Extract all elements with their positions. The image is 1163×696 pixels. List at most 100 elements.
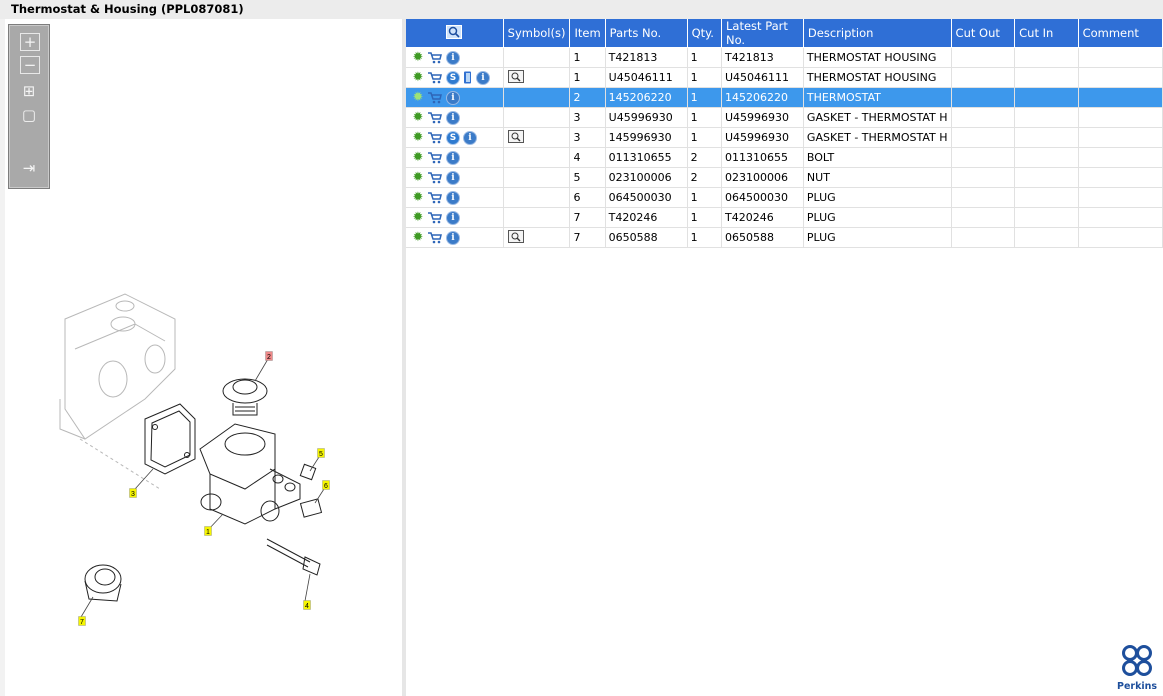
column-header-latest-part-no[interactable]: Latest Part No.	[721, 19, 804, 48]
row-symbols	[503, 167, 571, 188]
row-part-no: U45996930	[605, 107, 688, 128]
gear-icon[interactable]: ✹	[412, 190, 424, 205]
column-header-parts-no[interactable]: Parts No.	[605, 19, 688, 48]
info-icon[interactable]: i	[446, 190, 460, 205]
callout-1[interactable]: 1	[204, 526, 212, 537]
cart-icon[interactable]	[427, 191, 443, 204]
callout-7[interactable]: 7	[78, 616, 86, 627]
cart-icon[interactable]	[427, 151, 443, 164]
column-header-description[interactable]: Description	[803, 19, 952, 48]
cart-icon[interactable]	[427, 171, 443, 184]
diagram-panel[interactable]: 1 2 3 4 5 6 7	[5, 19, 402, 696]
cart-icon[interactable]	[427, 91, 443, 104]
row-item: 6	[569, 187, 606, 208]
zoom-out-button[interactable]: −	[20, 56, 40, 74]
row-comment	[1078, 107, 1163, 128]
export-button[interactable]: ⇥	[20, 160, 38, 176]
zoom-in-button[interactable]: +	[20, 33, 40, 51]
info-icon[interactable]: i	[446, 170, 460, 185]
column-header-comment[interactable]: Comment	[1078, 19, 1163, 48]
service-s-icon[interactable]: S	[446, 130, 460, 145]
table-row[interactable]: ✹ i 7 T420246 1 T420246 PLUG	[406, 207, 1163, 228]
row-description: PLUG	[803, 207, 952, 228]
info-icon[interactable]: i	[446, 210, 460, 225]
cart-icon[interactable]	[427, 71, 443, 84]
info-icon[interactable]: i	[446, 90, 460, 105]
column-header-actions[interactable]	[406, 19, 504, 48]
table-row[interactable]: ✹ i 1 T421813 1 T421813 THERMOSTAT HOUSING	[406, 47, 1163, 68]
view-symbol-icon[interactable]	[507, 229, 524, 243]
cart-icon[interactable]	[427, 111, 443, 124]
fit-all-button[interactable]: ⊞	[20, 83, 38, 99]
column-header-item[interactable]: Item	[569, 19, 606, 48]
cart-icon[interactable]	[427, 131, 443, 144]
info-icon[interactable]: i	[463, 130, 477, 145]
svg-text:6: 6	[324, 483, 328, 490]
gear-icon[interactable]: ✹	[412, 110, 424, 125]
table-row[interactable]: ✹ i 3 U45996930 1 U45996930 GASKET - THERMOSTA…	[406, 107, 1163, 128]
row-latest-part-no: 023100006	[721, 167, 804, 188]
info-icon[interactable]: i	[446, 50, 460, 65]
info-icon[interactable]: i	[446, 230, 460, 245]
row-latest-part-no: U45996930	[721, 107, 804, 128]
info-icon[interactable]: i	[476, 70, 490, 85]
info-icon[interactable]: i	[446, 150, 460, 165]
row-action-icons: ✹ Si	[406, 127, 504, 148]
column-header-cut-out[interactable]: Cut Out	[951, 19, 1016, 48]
row-qty: 2	[687, 147, 723, 168]
row-cut-in	[1014, 187, 1079, 208]
row-part-no: U45046111	[605, 67, 688, 88]
view-symbol-icon[interactable]	[507, 69, 524, 83]
fit-selection-icon: ▢	[21, 106, 37, 124]
column-header-cut-in[interactable]: Cut In	[1014, 19, 1079, 48]
row-item: 1	[569, 67, 606, 88]
table-row[interactable]: ✹ Si 3 145996930 1 U45996930 GASKET - THERMOST…	[406, 127, 1163, 148]
gear-icon[interactable]: ✹	[412, 210, 424, 225]
gear-icon[interactable]: ✹	[412, 150, 424, 165]
cart-icon[interactable]	[427, 211, 443, 224]
gear-icon[interactable]: ✹	[412, 230, 424, 245]
callout-2[interactable]: 2	[265, 351, 273, 362]
row-part-no: 064500030	[605, 187, 688, 208]
row-latest-part-no: 064500030	[721, 187, 804, 208]
gear-icon[interactable]: ✹	[412, 130, 424, 145]
cart-icon[interactable]	[427, 51, 443, 64]
table-row[interactable]: ✹ i 4 011310655 2 011310655 BOLT	[406, 147, 1163, 168]
callout-5[interactable]: 5	[317, 448, 325, 459]
gear-icon[interactable]: ✹	[412, 50, 424, 65]
parts-list-panel: Symbol(s) Item Parts No. Qty. Latest Par…	[406, 19, 1163, 696]
row-cut-in	[1014, 207, 1079, 228]
book-icon[interactable]	[463, 71, 473, 84]
callout-4[interactable]: 4	[303, 600, 311, 611]
service-s-icon[interactable]: S	[446, 70, 460, 85]
fit-all-icon: ⊞	[22, 82, 36, 100]
callout-6[interactable]: 6	[322, 480, 330, 491]
row-latest-part-no: U45996930	[721, 127, 804, 148]
row-qty: 1	[687, 107, 723, 128]
row-part-no: T420246	[605, 207, 688, 228]
table-header-row: Symbol(s) Item Parts No. Qty. Latest Par…	[406, 19, 1163, 48]
callout-3[interactable]: 3	[129, 488, 137, 499]
table-row[interactable]: ✹ i 6 064500030 1 064500030 PLUG	[406, 187, 1163, 208]
view-symbol-icon[interactable]	[507, 129, 524, 143]
row-latest-part-no: U45046111	[721, 67, 804, 88]
info-icon[interactable]: i	[446, 110, 460, 125]
cart-icon[interactable]	[427, 231, 443, 244]
column-header-qty[interactable]: Qty.	[687, 19, 723, 48]
perkins-logo-text: Perkins	[1117, 681, 1158, 692]
table-row[interactable]: ✹ i 5 023100006 2 023100006 NUT	[406, 167, 1163, 188]
column-header-symbols[interactable]: Symbol(s)	[503, 19, 571, 48]
table-row[interactable]: ✹ Si 1 U45046111 1 U45046111 THERMOSTAT HOUSIN…	[406, 67, 1163, 88]
gear-icon[interactable]: ✹	[412, 90, 424, 105]
table-row[interactable]: ✹ i 7 0650588 1 0650588 PLUG	[406, 227, 1163, 248]
row-cut-in	[1014, 167, 1079, 188]
gear-icon[interactable]: ✹	[412, 170, 424, 185]
export-icon: ⇥	[22, 159, 36, 177]
zoom-out-icon: −	[23, 56, 37, 74]
row-item: 2	[569, 87, 606, 108]
fit-selection-button[interactable]: ▢	[20, 107, 38, 123]
svg-text:4: 4	[305, 603, 309, 610]
row-comment	[1078, 167, 1163, 188]
table-row[interactable]: ✹ i 2 145206220 1 145206220 THERMOSTAT	[406, 87, 1163, 108]
gear-icon[interactable]: ✹	[412, 70, 424, 85]
